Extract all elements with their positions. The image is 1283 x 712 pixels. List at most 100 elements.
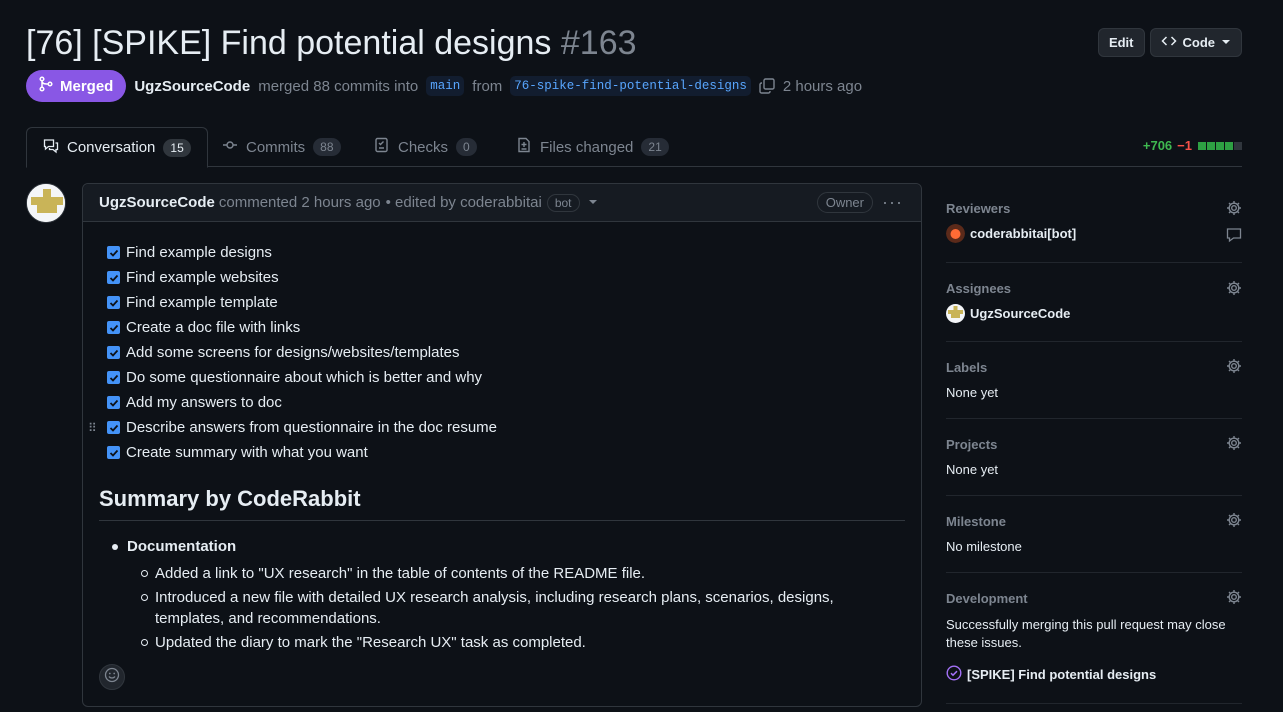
tab-files-changed[interactable]: Files changed 21: [500, 127, 685, 167]
labels-value: None yet: [946, 385, 999, 400]
assignees-label: Assignees: [946, 280, 1012, 296]
code-button-label: Code: [1182, 35, 1216, 50]
summary-list: Documentation Added a link to "UX resear…: [112, 538, 887, 656]
git-merge-icon: [38, 76, 54, 96]
base-branch[interactable]: main: [426, 76, 465, 96]
pr-number: #163: [560, 24, 637, 62]
tab-counter: 21: [641, 138, 669, 156]
diffstat-block: [1234, 141, 1242, 150]
tab-counter: 88: [313, 138, 341, 156]
checkbox-checked-icon[interactable]: [107, 346, 120, 359]
projects-value: None yet: [946, 462, 999, 477]
checkbox-checked-icon[interactable]: [107, 296, 120, 309]
checkbox-checked-icon[interactable]: [107, 421, 120, 434]
edit-button[interactable]: Edit: [1097, 28, 1145, 57]
copy-icon[interactable]: [759, 78, 775, 94]
reviewer-item[interactable]: coderabbitai[bot]: [946, 224, 1242, 243]
task-item: Find example websites: [107, 265, 497, 290]
head-branch[interactable]: 76-spike-find-potential-designs: [510, 76, 751, 96]
edit-history-dropdown-icon[interactable]: [588, 194, 598, 211]
pr-tabs: Conversation 15 Commits 88 Checks 0 File…: [26, 127, 1242, 168]
task-item: Add some screens for designs/websites/te…: [107, 340, 497, 365]
documentation-heading: Documentation: [112, 538, 887, 555]
pr-author-link[interactable]: UgzSourceCode: [134, 78, 250, 95]
checkbox-checked-icon[interactable]: [107, 321, 120, 334]
smiley-icon: [104, 667, 120, 688]
gear-icon[interactable]: [1226, 280, 1242, 301]
task-label: Find example designs: [126, 244, 272, 261]
code-button[interactable]: Code: [1149, 28, 1242, 57]
sidebar-assignees: Assignees UgzSourceCode: [946, 263, 1242, 342]
merged-time: 2 hours ago: [782, 77, 863, 95]
sidebar-development: Development Successfully merging this pu…: [946, 573, 1242, 704]
reviewer-avatar: [946, 224, 965, 243]
development-label: Development: [946, 590, 1028, 606]
projects-label: Projects: [946, 436, 998, 452]
add-reaction-button[interactable]: [99, 664, 125, 690]
assignee-name: UgzSourceCode: [970, 306, 1071, 321]
gear-icon[interactable]: [1226, 589, 1242, 610]
pr-title-text: [76] [SPIKE] Find potential designs: [26, 24, 552, 62]
sidebar-reviewers: Reviewers coderabbitai[bot]: [946, 184, 1242, 263]
task-label: Add some screens for designs/websites/te…: [126, 344, 460, 361]
tab-conversation[interactable]: Conversation 15: [26, 127, 208, 168]
linked-issue-title: [SPIKE] Find potential designs: [967, 667, 1157, 682]
checkbox-checked-icon[interactable]: [107, 271, 120, 284]
gear-icon[interactable]: [1226, 512, 1242, 533]
diffstat: +706 −1: [1143, 138, 1242, 153]
comment-icon: [1226, 227, 1242, 248]
summary-heading: Summary by CodeRabbit: [99, 486, 905, 521]
tab-label: Commits: [246, 138, 306, 156]
bot-label: bot: [546, 193, 580, 212]
more-options-icon[interactable]: ···: [882, 192, 903, 213]
gear-icon[interactable]: [1226, 200, 1242, 221]
assignee-item[interactable]: UgzSourceCode: [946, 304, 1242, 323]
diffstat-block: [1207, 141, 1215, 150]
checkbox-checked-icon[interactable]: [107, 246, 120, 259]
from-text: from: [472, 77, 503, 95]
checkbox-checked-icon[interactable]: [107, 371, 120, 384]
pr-meta: Merged UgzSourceCode merged 88 commits i…: [26, 70, 862, 102]
commented-time: commented 2 hours ago: [218, 194, 381, 211]
owner-label: Owner: [816, 192, 873, 213]
tab-commits[interactable]: Commits 88: [206, 127, 357, 167]
tab-label: Files changed: [540, 138, 634, 156]
author-avatar[interactable]: [26, 183, 66, 223]
task-label: Create summary with what you want: [126, 444, 368, 461]
diffstat-block: [1198, 141, 1206, 150]
edited-by-text[interactable]: • edited by coderabbitai: [386, 194, 542, 211]
pr-header: [76] [SPIKE] Find potential designs #163…: [26, 22, 1242, 64]
tab-checks[interactable]: Checks 0: [358, 127, 493, 167]
linked-issue[interactable]: [SPIKE] Find potential designs: [946, 665, 1242, 684]
gear-icon[interactable]: [1226, 358, 1242, 379]
task-label: Describe answers from questionnaire in t…: [126, 419, 498, 436]
pr-sidebar: Reviewers coderabbitai[bot] Assignees Ug…: [946, 184, 1242, 704]
pr-title: [76] [SPIKE] Find potential designs #163: [26, 22, 1242, 64]
milestone-label: Milestone: [946, 513, 1006, 529]
milestone-value: No milestone: [946, 539, 1022, 554]
diffstat-block: [1216, 141, 1224, 150]
comment-author[interactable]: UgzSourceCode: [99, 194, 215, 211]
drag-handle-icon[interactable]: ⠿: [88, 421, 97, 435]
task-list: Find example designs Find example websit…: [88, 240, 498, 465]
git-commit-icon: [222, 137, 238, 157]
task-label: Find example websites: [126, 269, 279, 286]
tab-label: Conversation: [67, 139, 156, 156]
gear-icon[interactable]: [1226, 435, 1242, 456]
list-item: Updated the diary to mark the "Research …: [141, 632, 887, 653]
checkbox-checked-icon[interactable]: [107, 396, 120, 409]
merged-commits-text: merged 88 commits into: [258, 77, 419, 95]
task-label: Do some questionnaire about which is bet…: [126, 369, 483, 386]
list-item: Introduced a new file with detailed UX r…: [141, 587, 887, 629]
development-text: Successfully merging this pull request m…: [946, 617, 1226, 650]
checkbox-checked-icon[interactable]: [107, 446, 120, 459]
list-item: Added a link to "UX research" in the tab…: [141, 563, 887, 584]
task-item: Find example template: [107, 290, 497, 315]
diffstat-deletions: −1: [1177, 138, 1192, 153]
sidebar-milestone: Milestone No milestone: [946, 496, 1242, 573]
diffstat-block: [1225, 141, 1233, 150]
comment-discussion-icon: [43, 138, 59, 158]
diffstat-additions: +706: [1142, 138, 1173, 153]
task-label: Add my answers to doc: [126, 394, 282, 411]
merged-status-badge: Merged: [26, 70, 127, 102]
